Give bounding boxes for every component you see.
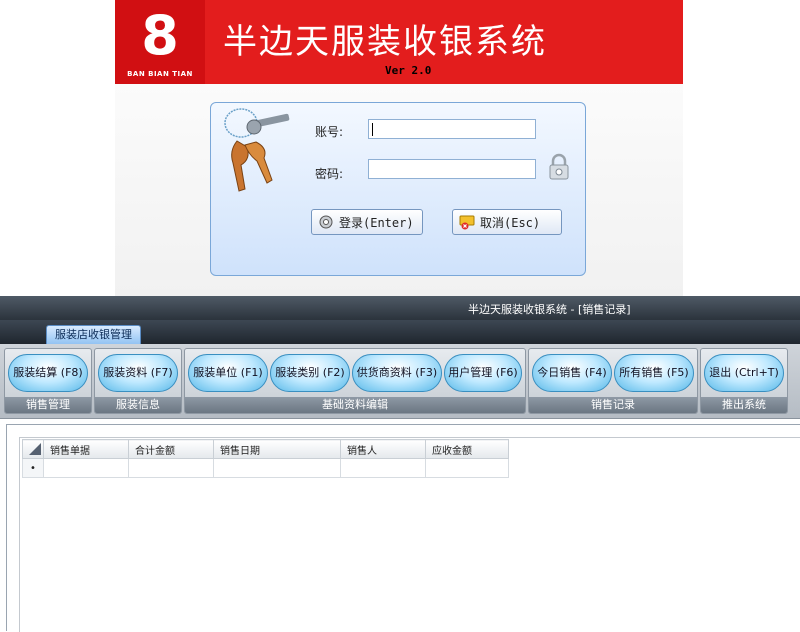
version-label: Ver 2.0 [385,64,432,77]
ribbon-tabstrip: 服装店收银管理 [0,320,800,345]
tab-store-management[interactable]: 服装店收银管理 [46,325,141,345]
password-input[interactable] [368,159,536,179]
login-button[interactable]: 登录(Enter) [311,209,423,235]
table-cell[interactable] [128,458,214,478]
cancel-button[interactable]: 取消(Esc) [452,209,562,235]
window-title: 半边天服装收银系统 - [销售记录] [468,303,631,316]
table-cell[interactable] [340,458,426,478]
ribbon-group-sales-management: 服装结算 (F8) 销售管理 [4,348,92,414]
login-banner: 8 BAN BIAN TIAN 半边天服装收银系统 Ver 2.0 [115,0,683,84]
column-header-receivable[interactable]: 应收金额 [425,439,509,459]
cancel-icon [459,215,475,230]
text-caret [372,123,373,136]
user-management-button[interactable]: 用户管理 (F6) [444,354,522,392]
password-label: 密码: [315,167,344,181]
group-caption: 销售管理 [5,397,91,413]
login-panel: 账号: 密码: 登录(Enter) 取消(Esc) [210,102,586,276]
lock-icon [549,153,569,180]
table-cell[interactable] [425,458,509,478]
login-dialog: 8 BAN BIAN TIAN 半边天服装收银系统 Ver 2.0 账号: 密码… [115,0,683,296]
column-header-salesperson[interactable]: 销售人 [340,439,426,459]
app-title: 半边天服装收银系统 [223,22,547,62]
logo-text: BAN BIAN TIAN [127,70,193,78]
table-cell[interactable] [213,458,341,478]
logo-digit: 8 [141,4,179,67]
ribbon-group-exit: 退出 (Ctrl+T) 推出系统 [700,348,788,414]
all-sales-button[interactable]: 所有销售 (F5) [614,354,694,392]
clothing-data-button[interactable]: 服装资料 (F7) [98,354,178,392]
brand-logo: 8 BAN BIAN TIAN [115,0,205,84]
table-cell[interactable] [43,458,129,478]
account-label: 账号: [315,125,344,139]
ribbon-group-basic-data: 服装单位 (F1) 服装类别 (F2) 供货商资料 (F3) 用户管理 (F6)… [184,348,526,414]
account-input[interactable] [368,119,536,139]
ribbon-group-clothing-info: 服装资料 (F7) 服装信息 [94,348,182,414]
column-header-sales-doc[interactable]: 销售单据 [43,439,129,459]
gear-icon [319,215,333,229]
table-row[interactable]: • [22,458,509,478]
clothing-unit-button[interactable]: 服装单位 (F1) [188,354,268,392]
ribbon-group-sales-records: 今日销售 (F4) 所有销售 (F5) 销售记录 [528,348,698,414]
new-row-marker[interactable]: • [22,458,44,478]
sales-grid-container: 销售单据 合计金额 销售日期 销售人 应收金额 • [19,437,800,632]
column-header-total-amount[interactable]: 合计金额 [128,439,214,459]
clothing-category-button[interactable]: 服装类别 (F2) [270,354,350,392]
today-sales-button[interactable]: 今日销售 (F4) [532,354,612,392]
checkout-button[interactable]: 服装结算 (F8) [8,354,88,392]
sales-records-grid: 销售单据 合计金额 销售日期 销售人 应收金额 • [22,439,509,478]
content-area: 销售单据 合计金额 销售日期 销售人 应收金额 • [6,424,800,632]
login-button-label: 登录(Enter) [339,215,414,230]
window-titlebar: 半边天服装收银系统 - [销售记录] [0,296,800,320]
exit-button[interactable]: 退出 (Ctrl+T) [704,354,784,392]
column-header-sales-date[interactable]: 销售日期 [213,439,341,459]
group-caption: 服装信息 [95,397,181,413]
group-caption: 推出系统 [701,397,787,413]
ribbon-toolbar: 服装结算 (F8) 销售管理 服装资料 (F7) 服装信息 服装单位 (F1) … [0,344,800,419]
select-all-corner[interactable] [22,439,44,459]
cancel-button-label: 取消(Esc) [480,215,541,230]
group-caption: 销售记录 [529,397,697,413]
keys-icon [224,108,290,192]
main-window: 半边天服装收银系统 - [销售记录] 服装店收银管理 服装结算 (F8) 销售管… [0,296,800,632]
supplier-data-button[interactable]: 供货商资料 (F3) [352,354,442,392]
group-caption: 基础资料编辑 [185,397,525,413]
